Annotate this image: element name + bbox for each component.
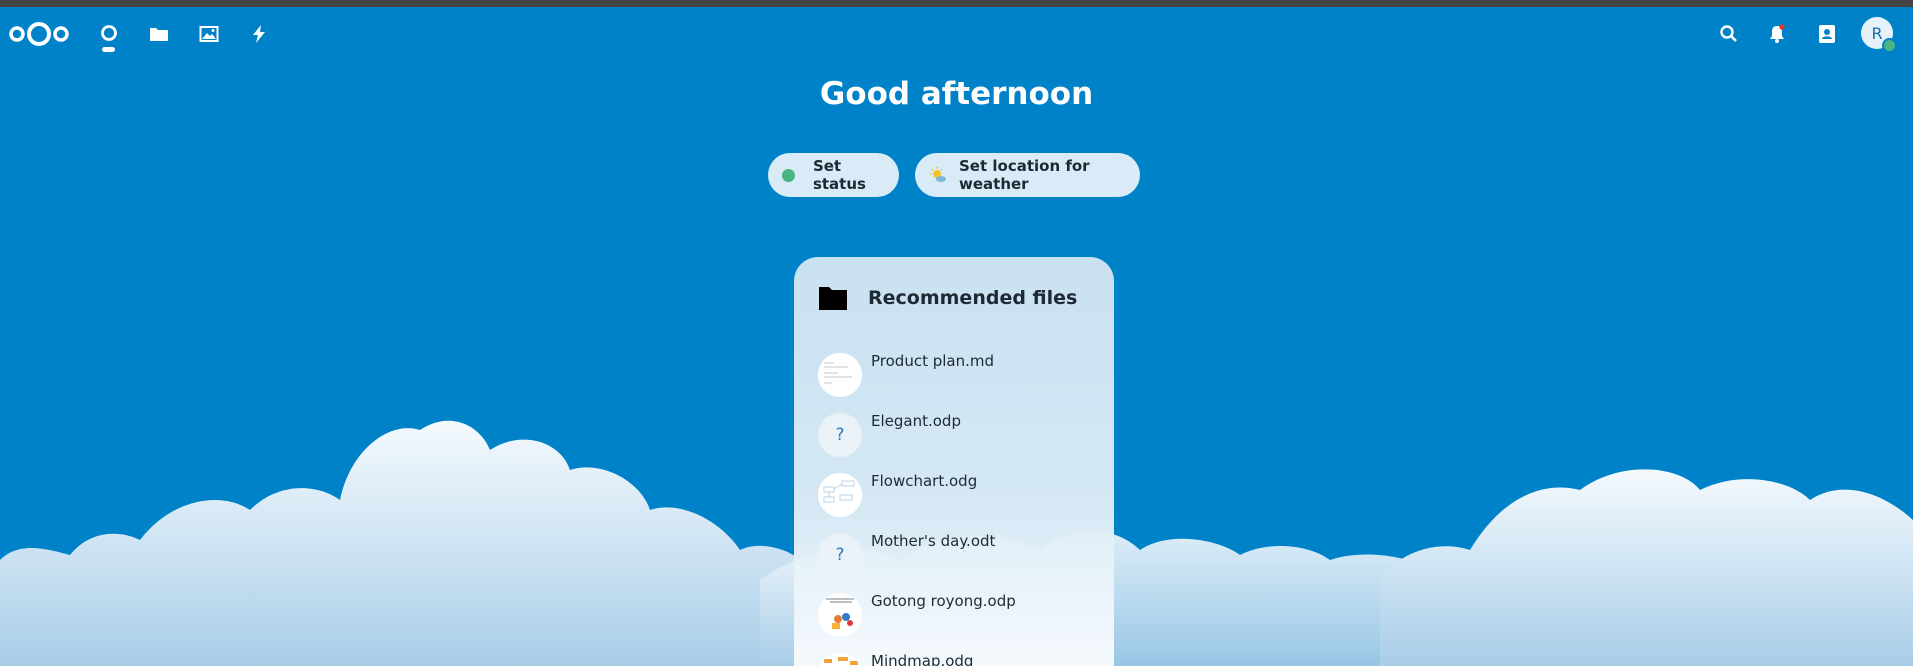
dashboard-icon xyxy=(101,25,117,41)
file-preview-thumbnail xyxy=(818,653,862,666)
recommended-file-item[interactable]: Mindmap.odg xyxy=(818,649,1098,666)
greeting-heading: Good afternoon xyxy=(819,76,1094,112)
unknown-file-icon: ? xyxy=(818,533,862,577)
unknown-file-icon: ? xyxy=(818,413,862,457)
file-name: Mindmap.odg xyxy=(871,652,974,666)
widget-header: Recommended files xyxy=(818,285,1077,311)
set-weather-label: Set location for weather xyxy=(959,157,1090,193)
set-status-button[interactable]: Set status xyxy=(768,153,899,197)
status-dot-icon xyxy=(782,168,795,182)
file-preview-thumbnail xyxy=(818,353,862,397)
contacts-icon xyxy=(1819,25,1835,43)
set-weather-location-button[interactable]: Set location for weather xyxy=(915,153,1140,197)
active-app-indicator xyxy=(102,47,115,52)
recommended-file-item[interactable]: ? Mother's day.odt xyxy=(818,529,1098,577)
search-icon xyxy=(1720,25,1737,42)
file-preview-thumbnail xyxy=(818,593,862,637)
nav-photos[interactable] xyxy=(196,21,222,47)
recommended-file-item[interactable]: ? Elegant.odp xyxy=(818,409,1098,457)
top-header xyxy=(0,7,1913,61)
file-name: Product plan.md xyxy=(871,352,995,370)
unknown-file-glyph: ? xyxy=(835,545,845,565)
image-icon xyxy=(199,26,219,42)
unknown-file-glyph: ? xyxy=(835,425,845,445)
weather-sun-icon xyxy=(929,166,947,184)
notifications-icon xyxy=(1770,24,1785,43)
recommended-file-item[interactable]: Gotong royong.odp xyxy=(818,589,1098,637)
file-name: Mother's day.odt xyxy=(871,532,996,550)
file-name: Gotong royong.odp xyxy=(871,592,1016,610)
recommended-file-item[interactable]: Product plan.md xyxy=(818,349,1098,397)
nav-dashboard[interactable] xyxy=(96,21,122,47)
contacts-menu-button[interactable] xyxy=(1814,21,1840,47)
lightning-icon xyxy=(253,25,265,43)
file-name: Flowchart.odg xyxy=(871,472,978,490)
recommended-file-item[interactable]: Flowchart.odg xyxy=(818,469,1098,517)
browser-top-strip xyxy=(0,0,1913,7)
search-button[interactable] xyxy=(1716,21,1742,47)
set-status-label: Set status xyxy=(812,157,866,193)
avatar-initial: R xyxy=(1871,23,1883,43)
file-preview-thumbnail xyxy=(818,473,862,517)
file-name: Elegant.odp xyxy=(871,412,961,430)
nav-files[interactable] xyxy=(146,21,172,47)
nav-activity[interactable] xyxy=(246,21,272,47)
folder-icon xyxy=(819,287,847,310)
online-status-indicator xyxy=(1882,38,1897,53)
recommended-files-widget: Recommended files Product plan.md ? Eleg… xyxy=(794,257,1114,666)
nextcloud-logo-icon[interactable] xyxy=(8,19,70,49)
notifications-button[interactable] xyxy=(1764,21,1790,47)
widget-title: Recommended files xyxy=(868,287,1078,309)
folder-icon xyxy=(150,28,168,41)
